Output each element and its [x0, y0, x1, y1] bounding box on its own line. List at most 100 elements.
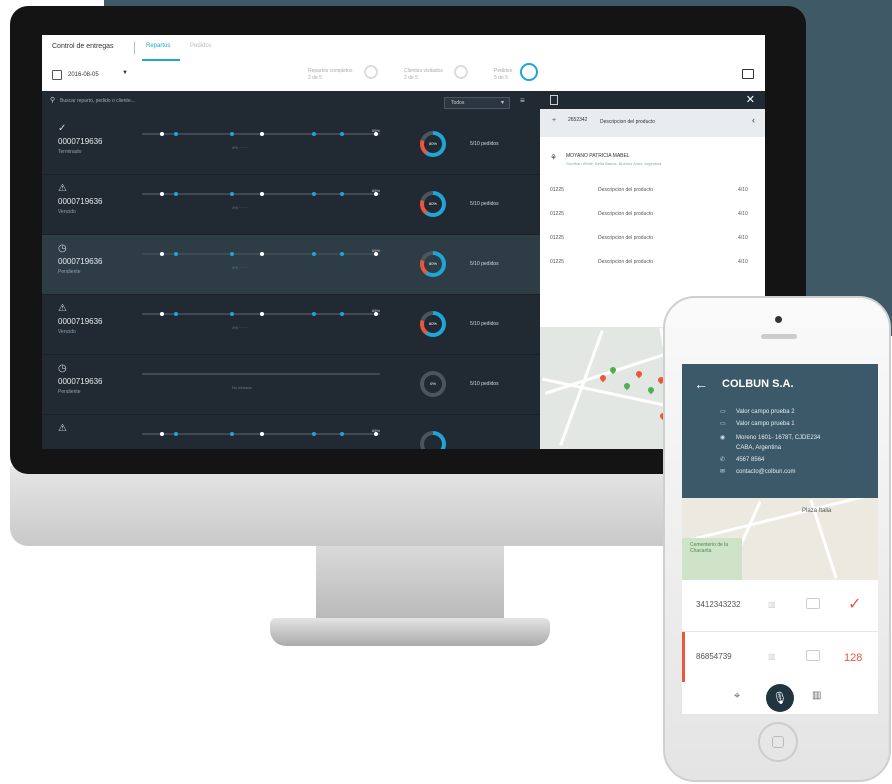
tab-repartos[interactable]: Repartos: [146, 43, 170, 49]
delivery-id: 0000719636: [58, 197, 103, 206]
timeline-note: 4% ·······: [232, 325, 249, 330]
timeline-stop: [312, 312, 316, 316]
client-map[interactable]: Plaza Italia Cementerio de la Chacarita: [682, 498, 878, 580]
delivery-row[interactable]: ◷ 0000719636 Pendiente 65% 4% ······· 80% 5/10…: [42, 235, 540, 295]
product-desc: Descripcion del producto: [600, 119, 656, 125]
line-code: 01225: [550, 235, 564, 241]
stat-label: Pedidos: [494, 68, 513, 74]
back-arrow-icon[interactable]: ←: [694, 376, 708, 392]
delivery-status: Vencido: [58, 329, 76, 335]
delivery-row[interactable]: ✓ 0000719636 Terminado 65% 4% ······· 80% 5/10…: [42, 115, 540, 175]
map-pin[interactable]: [634, 369, 644, 379]
map-pin[interactable]: [646, 385, 656, 395]
orders-count: 5/10 pedidos: [470, 321, 499, 327]
timeline-stop: [174, 252, 178, 256]
timeline-stop: [160, 432, 164, 436]
plus-icon[interactable]: +: [552, 117, 556, 124]
timeline-stop: [260, 192, 264, 196]
timeline-stop: [160, 252, 164, 256]
tab-pedidos[interactable]: Pedidos: [190, 43, 212, 49]
app-header: Control de entregas Repartos Pedidos 201…: [42, 35, 765, 91]
progress-ring: [364, 65, 378, 79]
status-icon: ⚠: [58, 423, 67, 434]
sort-icon[interactable]: ≡: [520, 96, 525, 105]
line-desc: Descripcion del producto: [598, 187, 654, 193]
info-text: 4567 8564: [736, 457, 765, 463]
doc-icon: [550, 95, 558, 105]
close-icon[interactable]: ✕: [746, 93, 755, 106]
chevron-down-icon[interactable]: ▼: [122, 70, 128, 76]
timeline-stop: [312, 132, 316, 136]
order-number: 3412343232: [696, 600, 741, 609]
timeline-stop: [340, 132, 344, 136]
delivery-status: Pendiente: [58, 269, 81, 275]
delivery-row[interactable]: ⚠ 65%: [42, 415, 540, 449]
timeline-stop: [230, 192, 234, 196]
desktop-screen: Control de entregas Repartos Pedidos 201…: [42, 35, 765, 449]
timeline-note: 4% ·······: [232, 205, 249, 210]
timeline-percent: 65%: [372, 308, 381, 313]
map-road: [684, 498, 876, 543]
map-label: Plaza Italia: [802, 508, 832, 514]
camera-icon[interactable]: [806, 650, 820, 661]
line-qty: 4/10: [738, 187, 748, 193]
map-pin[interactable]: [622, 381, 632, 391]
calendar-icon[interactable]: [52, 70, 62, 80]
tab-active-underline: [142, 59, 180, 61]
locate-icon[interactable]: ⌖: [734, 690, 740, 703]
info-icon: ▭: [720, 421, 726, 427]
status-icon: ⚠: [58, 303, 67, 314]
timeline-track: [142, 252, 380, 256]
active-indicator: [682, 632, 685, 684]
chevron-left-icon[interactable]: ‹: [752, 115, 755, 125]
monitor-base: [270, 618, 550, 646]
barcode-icon[interactable]: ▥: [768, 600, 776, 609]
stat-value: 2 de 5: [404, 75, 418, 81]
phone-device: ← COLBUN S.A. ▭ Valor campo prueba 2 ▭ Valo…: [663, 296, 891, 782]
stat-value: 2 de 5: [308, 75, 322, 81]
progress-donut: 80%: [420, 251, 446, 277]
barcode-icon[interactable]: ▥: [768, 652, 776, 661]
delivery-row[interactable]: ⚠ 0000719636 Vencido 65% 4% ······· 80% 5/10 p…: [42, 295, 540, 355]
delivery-row[interactable]: ◷ 0000719636 Pendiente No iniciado 0% 5/10 pe…: [42, 355, 540, 415]
progress-donut: [420, 431, 446, 449]
mockup-stage: Control de entregas Repartos Pedidos 201…: [0, 0, 892, 784]
delivery-id: 0000719636: [58, 377, 103, 386]
timeline-stop: [312, 252, 316, 256]
home-button[interactable]: [758, 722, 798, 762]
order-number: 86854739: [696, 652, 732, 661]
export-icon[interactable]: [742, 69, 754, 79]
product-header[interactable]: + 2652342 Descripcion del producto ‹: [540, 109, 765, 137]
timeline-track: [142, 432, 380, 436]
donut-label: 80%: [424, 255, 442, 273]
timeline-percent: 65%: [372, 188, 381, 193]
header-divider: [134, 42, 135, 54]
status-filter-select[interactable]: Todos ▾: [444, 97, 510, 109]
info-text: CABA, Argentina: [736, 445, 782, 451]
barcode-scan-icon[interactable]: ▥: [812, 690, 821, 701]
delivery-row[interactable]: ⚠ 0000719636 Vencido 65% 4% ······· 80% 5/10 p…: [42, 175, 540, 235]
check-icon[interactable]: ✓: [848, 594, 861, 614]
monitor-neck: [316, 546, 504, 622]
search-input[interactable]: Buscar reparto, pedido o cliente...: [60, 98, 135, 104]
order-row[interactable]: 3412343232 ▥ ✓: [682, 580, 878, 632]
camera-icon[interactable]: [806, 598, 820, 609]
phone-screen: ← COLBUN S.A. ▭ Valor campo prueba 2 ▭ Valo…: [682, 364, 878, 714]
line-code: 01225: [550, 187, 564, 193]
status-icon: ◷: [58, 363, 67, 374]
progress-donut: 80%: [420, 191, 446, 217]
microphone-button[interactable]: 🎙: [766, 684, 794, 712]
line-qty: 4/10: [738, 235, 748, 241]
date-selector[interactable]: 2016-08-05: [68, 72, 99, 78]
line-qty: 4/10: [738, 259, 748, 265]
timeline-stop: [230, 252, 234, 256]
timeline-stop: [230, 432, 234, 436]
client-icon: ⚘: [550, 153, 558, 162]
timeline-stop: [340, 312, 344, 316]
timeline-percent: 65%: [372, 428, 381, 433]
delivery-id: 0000719636: [58, 317, 103, 326]
timeline-track: [142, 132, 380, 136]
timeline-stop: [260, 312, 264, 316]
order-row[interactable]: 86854739 ▥ 128: [682, 632, 878, 684]
filter-value: Todos: [451, 100, 465, 106]
